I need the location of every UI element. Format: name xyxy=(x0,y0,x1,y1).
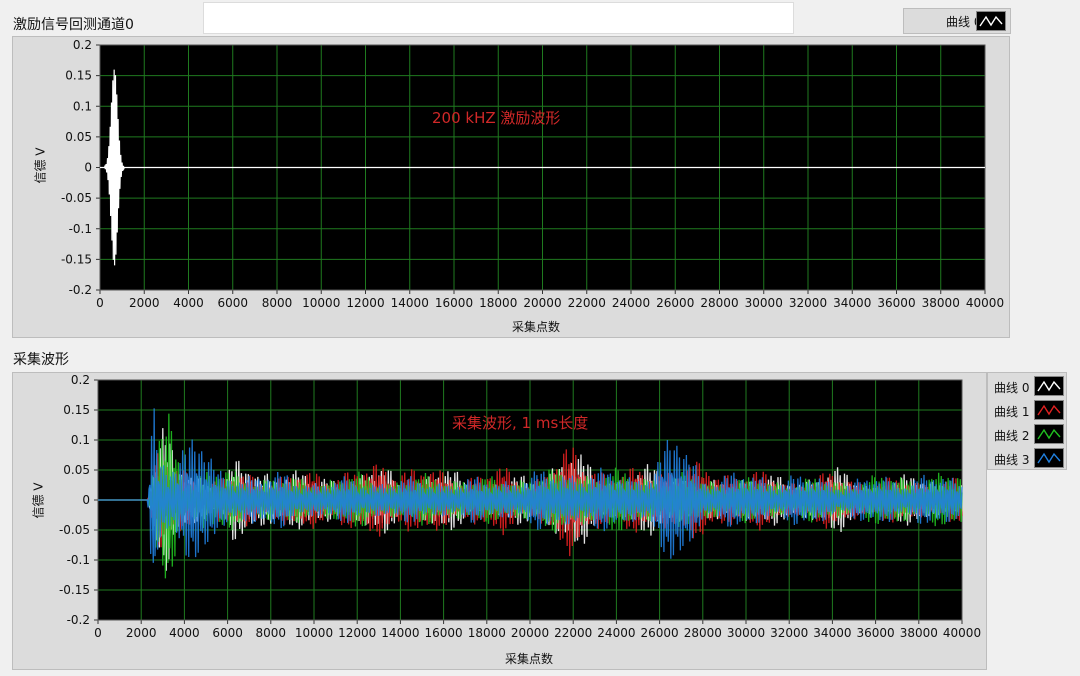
x-tick-label: 38000 xyxy=(900,626,938,640)
x-tick-label: 24000 xyxy=(597,626,635,640)
bottom-annotation: 采集波形, 1 ms长度 xyxy=(452,414,589,432)
bottom-legend-label-0: 曲线 0 xyxy=(994,381,1030,395)
x-tick-label: 6000 xyxy=(212,626,243,640)
bottom-y-axis-label: 信德 V xyxy=(31,482,46,519)
y-tick-label: 0.2 xyxy=(71,373,90,387)
y-tick-label: 0.15 xyxy=(63,403,90,417)
bottom-legend-swatch-2[interactable] xyxy=(1034,424,1064,444)
wave-icon xyxy=(1037,404,1061,416)
x-tick-label: 0 xyxy=(94,626,102,640)
x-tick-label: 10000 xyxy=(295,626,333,640)
y-tick-label: -0.2 xyxy=(67,613,90,627)
wave-icon xyxy=(1037,428,1061,440)
x-tick-label: 8000 xyxy=(256,626,287,640)
bottom-legend[interactable]: 曲线 0 曲线 1 曲线 2 曲线 3 xyxy=(987,372,1067,470)
y-tick-label: 0.05 xyxy=(63,463,90,477)
wave-icon xyxy=(1037,452,1061,464)
bottom-legend-label-3: 曲线 3 xyxy=(994,453,1030,467)
x-tick-label: 16000 xyxy=(425,626,463,640)
bottom-x-axis-label: 采集点数 xyxy=(505,652,554,666)
bottom-legend-label-1: 曲线 1 xyxy=(994,405,1030,419)
wave-icon xyxy=(1037,380,1061,392)
y-tick-label: -0.05 xyxy=(59,523,90,537)
bottom-chart-svg: 0 2000 4000 6000 8000 10000 12000 14000 16000 180… xyxy=(59,373,981,640)
y-tick-label: -0.1 xyxy=(67,553,90,567)
x-tick-label: 12000 xyxy=(338,626,376,640)
bottom-legend-swatch-0[interactable] xyxy=(1034,376,1064,396)
bottom-legend-swatch-3[interactable] xyxy=(1034,448,1064,468)
x-tick-label: 36000 xyxy=(857,626,895,640)
x-tick-label: 14000 xyxy=(381,626,419,640)
x-tick-label: 18000 xyxy=(468,626,506,640)
x-tick-label: 40000 xyxy=(943,626,981,640)
bottom-legend-swatch-1[interactable] xyxy=(1034,400,1064,420)
x-tick-label: 20000 xyxy=(511,626,549,640)
bottom-legend-label-2: 曲线 2 xyxy=(994,429,1030,443)
y-tick-label: -0.15 xyxy=(59,583,90,597)
y-tick-label: 0.1 xyxy=(71,433,90,447)
x-tick-label: 28000 xyxy=(684,626,722,640)
x-tick-label: 30000 xyxy=(727,626,765,640)
y-tick-label: 0 xyxy=(82,493,90,507)
x-tick-label: 22000 xyxy=(554,626,592,640)
x-tick-label: 2000 xyxy=(126,626,157,640)
x-tick-label: 32000 xyxy=(770,626,808,640)
x-tick-label: 26000 xyxy=(641,626,679,640)
x-tick-label: 34000 xyxy=(813,626,851,640)
x-tick-label: 4000 xyxy=(169,626,200,640)
